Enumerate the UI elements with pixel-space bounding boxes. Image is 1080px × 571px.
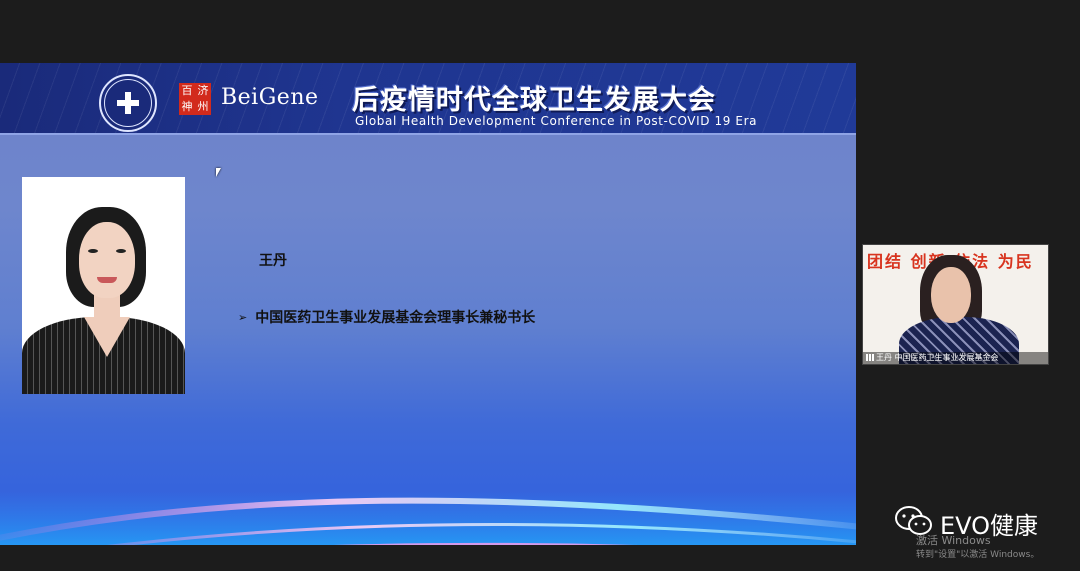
speaker-title: 中国医药卫生事业发展基金会理事长兼秘书长 xyxy=(255,310,536,326)
speaker-video-tile[interactable]: 团结 创新 依法 为民 王丹 中国医药卫生事业发展基金会 xyxy=(862,244,1049,365)
bullet-arrow-icon: ➢ xyxy=(238,310,248,324)
beigene-seal-icon: 百 济 神 州 xyxy=(179,83,211,115)
windows-activation-hint: 转到"设置"以激活 Windows。 xyxy=(916,550,1040,560)
seal-char: 神 xyxy=(181,100,193,113)
speaker-title-bullet: ➢ 中国医药卫生事业发展基金会理事长兼秘书长 xyxy=(238,307,535,327)
conference-title-cn: 后疫情时代全球卫生发展大会 xyxy=(352,85,716,116)
conference-banner: 百 济 神 州 BeiGene 后疫情时代全球卫生发展大会 Global Hea… xyxy=(0,63,856,135)
signal-icon xyxy=(866,354,874,361)
video-caption: 王丹 中国医药卫生事业发展基金会 xyxy=(863,352,1048,364)
video-caption-text: 王丹 中国医药卫生事业发展基金会 xyxy=(876,353,999,362)
windows-activation-title: 激活 Windows xyxy=(916,534,991,547)
seal-char: 百 xyxy=(181,84,193,97)
foundation-logo-icon xyxy=(99,74,157,132)
light-streak-decoration xyxy=(0,491,856,545)
speaker-name: 王丹 xyxy=(259,253,287,269)
brand-name: BeiGene xyxy=(221,85,319,110)
speaker-photo xyxy=(22,177,185,394)
seal-char: 州 xyxy=(197,100,209,113)
seal-char: 济 xyxy=(197,84,209,97)
conference-title-en: Global Health Development Conference in … xyxy=(355,114,758,128)
mouse-cursor-icon xyxy=(216,168,221,177)
presentation-slide: 百 济 神 州 BeiGene 后疫情时代全球卫生发展大会 Global Hea… xyxy=(0,63,856,545)
